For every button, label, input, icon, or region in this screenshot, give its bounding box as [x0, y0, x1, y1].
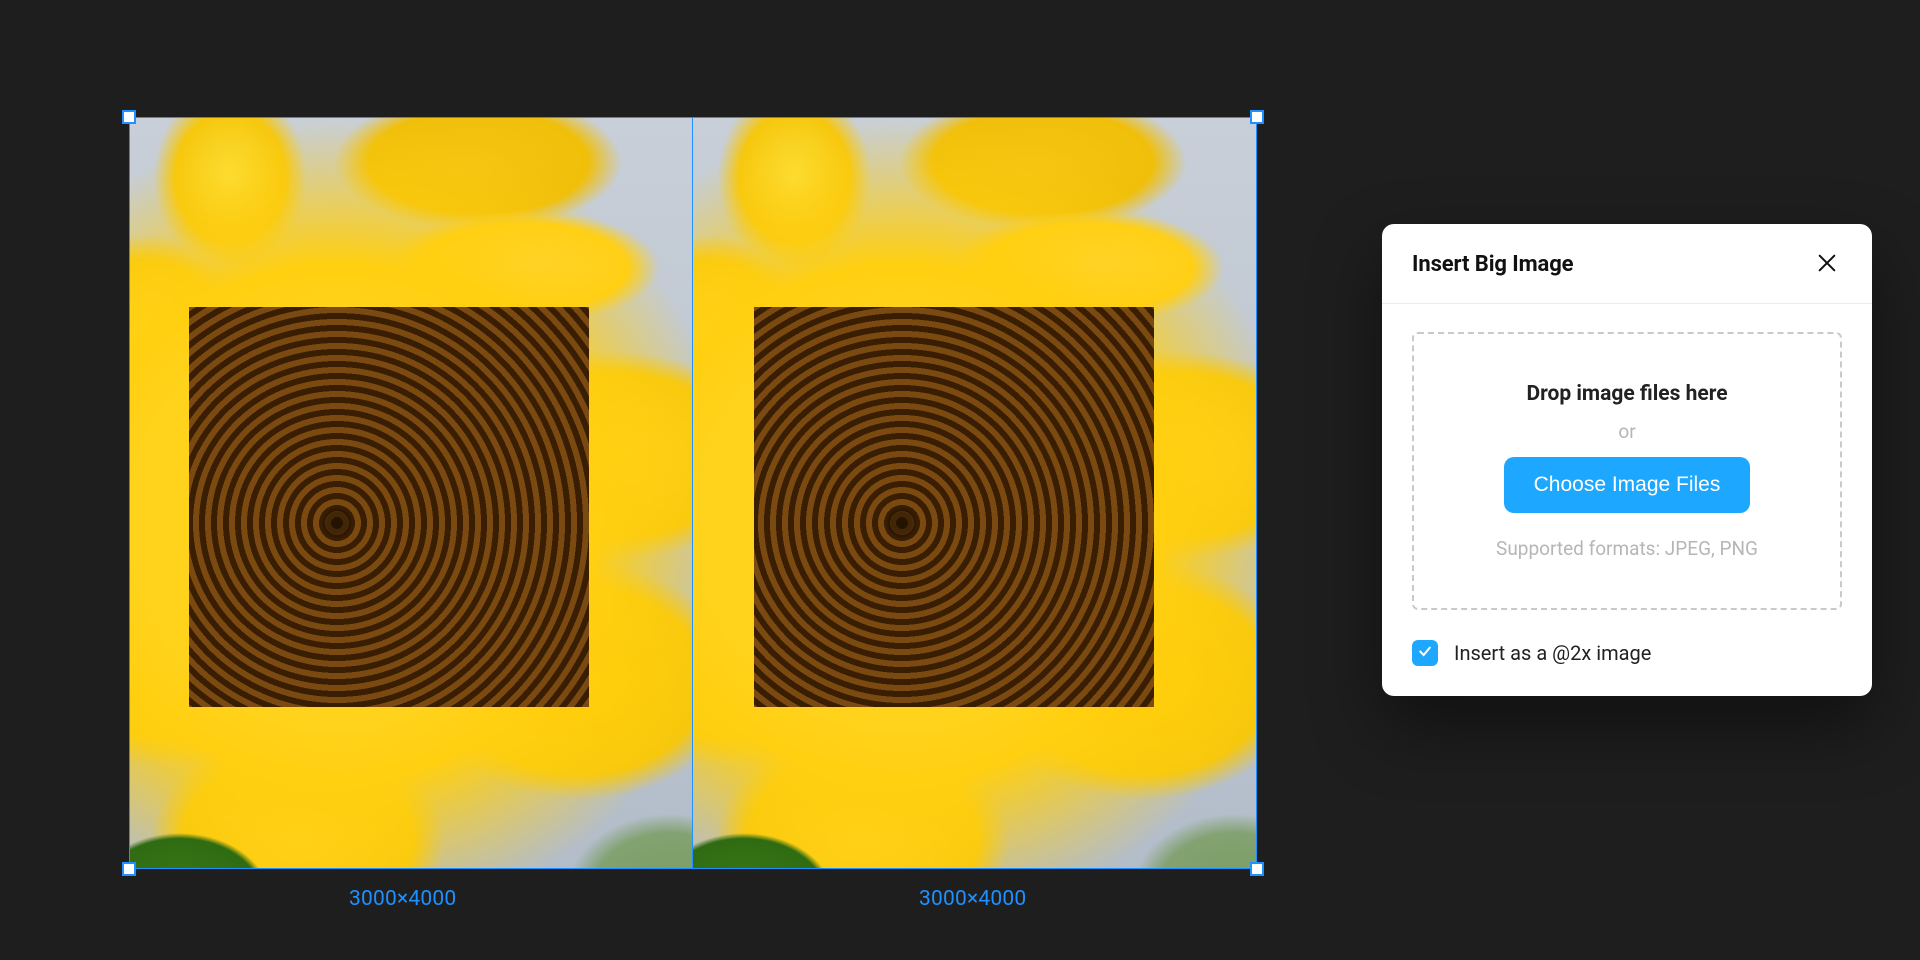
dimension-label: 3000×4000 — [349, 887, 456, 911]
checkbox-checked[interactable] — [1412, 640, 1438, 666]
dialog-header: Insert Big Image — [1382, 224, 1872, 304]
supported-formats: Supported formats: JPEG, PNG — [1496, 537, 1758, 560]
canvas-selection[interactable]: 3000×4000 3000×4000 — [129, 117, 1257, 869]
choose-files-button[interactable]: Choose Image Files — [1504, 457, 1751, 513]
selection-outline — [129, 117, 1257, 869]
dropzone-title: Drop image files here — [1526, 382, 1727, 406]
option-label: Insert as a @2x image — [1454, 641, 1651, 665]
resize-handle-bottom-right[interactable] — [1250, 862, 1264, 876]
close-button[interactable] — [1812, 248, 1842, 281]
dialog-body: Drop image files here or Choose Image Fi… — [1382, 304, 1872, 696]
dialog-title: Insert Big Image — [1412, 252, 1573, 277]
insert-big-image-dialog: Insert Big Image Drop image files here o… — [1382, 224, 1872, 696]
resize-handle-bottom-left[interactable] — [122, 862, 136, 876]
resize-handle-top-right[interactable] — [1250, 110, 1264, 124]
resize-handle-top-left[interactable] — [122, 110, 136, 124]
check-icon — [1417, 643, 1433, 663]
dimension-label: 3000×4000 — [919, 887, 1026, 911]
dropzone-or: or — [1618, 420, 1635, 443]
dropzone[interactable]: Drop image files here or Choose Image Fi… — [1412, 332, 1842, 610]
close-icon — [1816, 252, 1838, 277]
insert-2x-option[interactable]: Insert as a @2x image — [1412, 640, 1842, 666]
